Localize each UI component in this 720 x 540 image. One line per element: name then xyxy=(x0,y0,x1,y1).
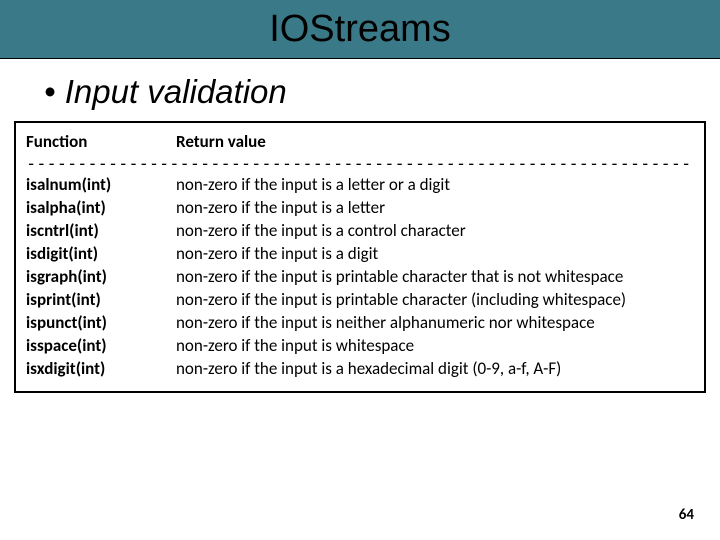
table-row: isprint(int) non-zero if the input is pr… xyxy=(26,289,694,312)
fn-desc: non-zero if the input is a digit xyxy=(176,243,694,266)
fn-desc: non-zero if the input is a letter xyxy=(176,197,694,220)
fn-name: isalpha(int) xyxy=(26,197,176,220)
fn-name: iscntrl(int) xyxy=(26,220,176,243)
slide-title: IOStreams xyxy=(269,8,451,51)
table-row: isspace(int) non-zero if the input is wh… xyxy=(26,335,694,358)
fn-name: isalnum(int) xyxy=(26,174,176,197)
table-header: Function Return value xyxy=(26,131,694,154)
header-function: Function xyxy=(26,131,176,154)
fn-desc: non-zero if the input is a control chara… xyxy=(176,220,694,243)
table-row: isxdigit(int) non-zero if the input is a… xyxy=(26,358,694,381)
fn-desc: non-zero if the input is printable chara… xyxy=(176,266,694,289)
fn-desc: non-zero if the input is printable chara… xyxy=(176,289,694,312)
fn-name: isgraph(int) xyxy=(26,266,176,289)
table-row: isgraph(int) non-zero if the input is pr… xyxy=(26,266,694,289)
fn-desc: non-zero if the input is a hexadecimal d… xyxy=(176,358,694,381)
fn-name: isxdigit(int) xyxy=(26,358,176,381)
separator-line: ----------------------------------------… xyxy=(26,154,694,174)
fn-desc: non-zero if the input is a letter or a d… xyxy=(176,174,694,197)
fn-desc: non-zero if the input is neither alphanu… xyxy=(176,312,694,335)
fn-desc: non-zero if the input is whitespace xyxy=(176,335,694,358)
table-row: iscntrl(int) non-zero if the input is a … xyxy=(26,220,694,243)
fn-name: ispunct(int) xyxy=(26,312,176,335)
title-bar: IOStreams xyxy=(0,0,720,59)
fn-name: isspace(int) xyxy=(26,335,176,358)
bullet-heading: Input validation xyxy=(0,59,720,121)
fn-name: isdigit(int) xyxy=(26,243,176,266)
slide: IOStreams Input validation Function Retu… xyxy=(0,0,720,540)
page-number: 64 xyxy=(679,506,694,524)
table-row: isalnum(int) non-zero if the input is a … xyxy=(26,174,694,197)
table-row: isdigit(int) non-zero if the input is a … xyxy=(26,243,694,266)
fn-name: isprint(int) xyxy=(26,289,176,312)
function-table: Function Return value ------------------… xyxy=(14,121,706,393)
table-row: isalpha(int) non-zero if the input is a … xyxy=(26,197,694,220)
table-row: ispunct(int) non-zero if the input is ne… xyxy=(26,312,694,335)
header-return-value: Return value xyxy=(176,131,694,154)
